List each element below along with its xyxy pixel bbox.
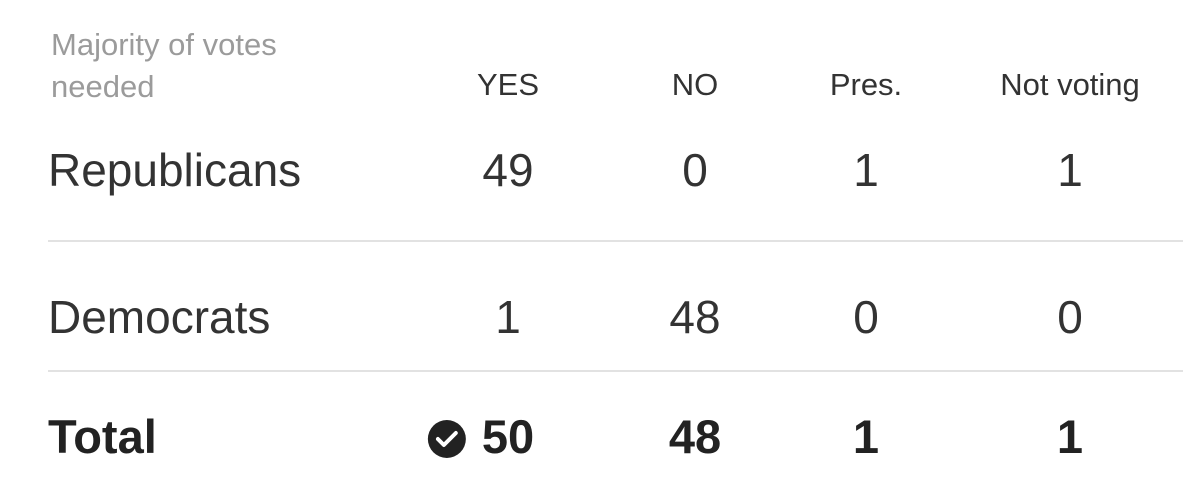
total-no-count: 48 [668, 410, 722, 463]
party-label-democrats: Democrats [48, 291, 271, 343]
total-present-count: 1 [852, 410, 880, 463]
democrats-not-voting-count: 0 [1057, 291, 1083, 343]
no-column-header: NO [671, 67, 719, 102]
democrats-yes-count: 1 [495, 291, 521, 343]
party-label-republicans: Republicans [48, 144, 302, 196]
total-yes-cell: 50 [427, 409, 535, 465]
democrats-no-count: 48 [669, 291, 721, 343]
present-column-header: Pres. [829, 67, 903, 102]
republicans-yes-count: 49 [482, 144, 534, 196]
table-row: Democrats 1 48 0 0 [48, 242, 1183, 372]
total-label: Total [48, 410, 157, 463]
table-header-row: Majority of votes needed YES NO Pres. No… [48, 20, 1183, 112]
check-circle-icon [427, 420, 466, 458]
majority-caption: Majority of votes needed [51, 27, 277, 104]
total-yes-count: 50 [481, 410, 535, 463]
not-voting-column-header: Not voting [1000, 67, 1140, 102]
total-row: Total 50 48 1 1 [48, 372, 1183, 504]
democrats-present-count: 0 [853, 291, 879, 343]
total-not-voting-count: 1 [1056, 410, 1084, 463]
yes-column-header: YES [476, 67, 540, 102]
republicans-not-voting-count: 1 [1057, 144, 1083, 196]
republicans-present-count: 1 [853, 144, 879, 196]
republicans-no-count: 0 [682, 144, 708, 196]
vote-results-table: Majority of votes needed YES NO Pres. No… [48, 20, 1183, 504]
table-row: Republicans 49 0 1 1 [48, 112, 1183, 242]
